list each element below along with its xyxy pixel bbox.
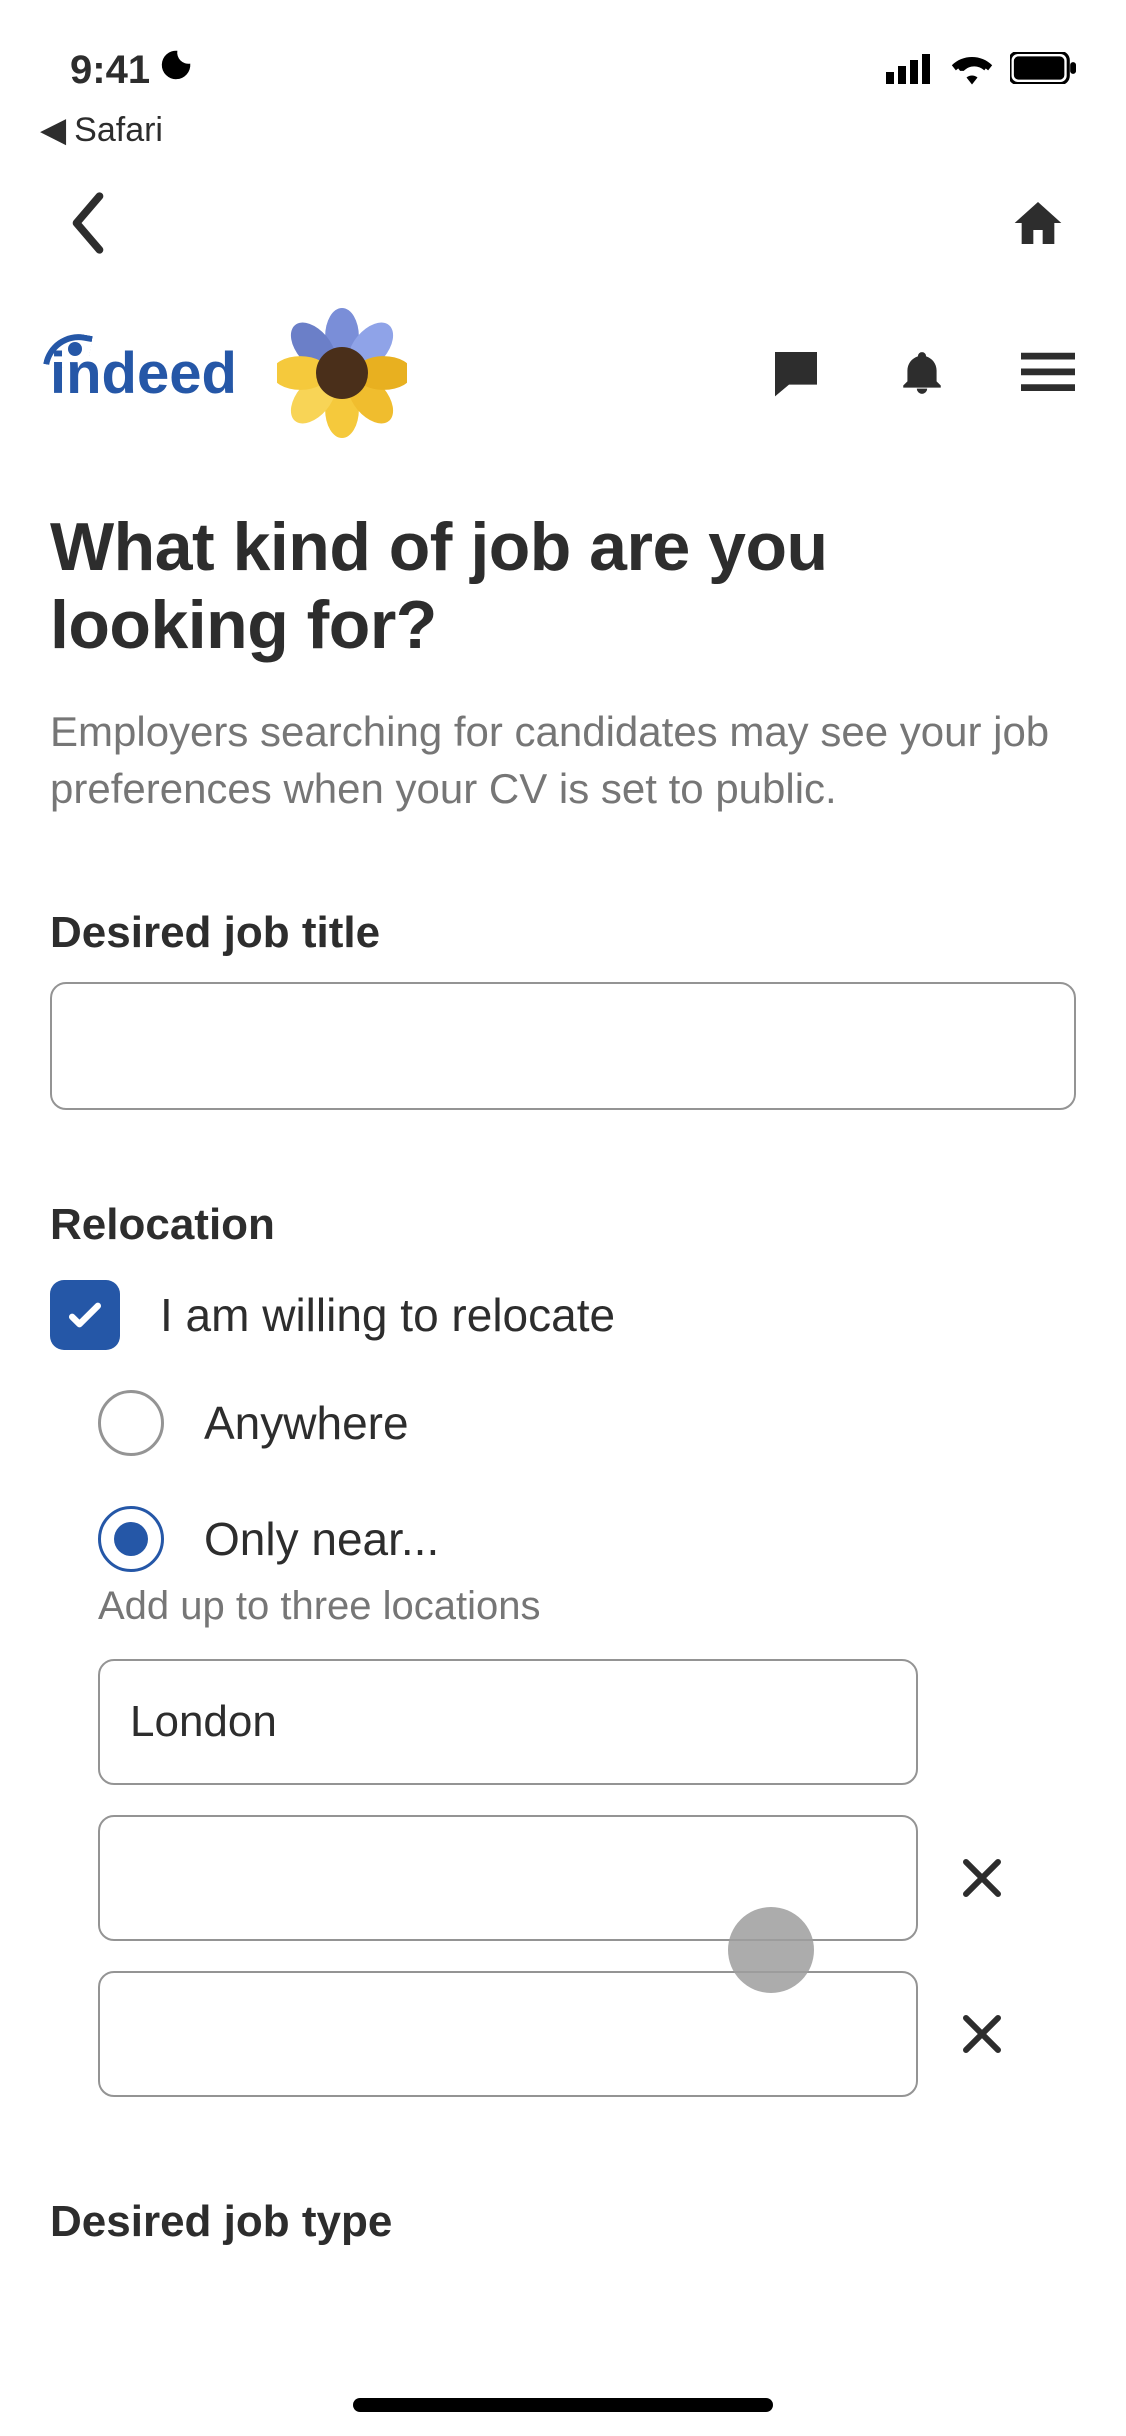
menu-button[interactable]	[1020, 345, 1076, 401]
app-header: indeed	[0, 278, 1126, 468]
hamburger-icon	[1021, 351, 1075, 395]
location-row-3	[98, 1971, 1076, 2097]
job-title-input[interactable]	[50, 982, 1076, 1110]
home-icon	[1010, 194, 1066, 252]
location-input-3[interactable]	[98, 1971, 918, 2097]
location-inputs	[98, 1659, 1076, 2097]
sunflower-icon	[277, 308, 407, 438]
indeed-logo[interactable]: indeed	[50, 340, 237, 407]
main-content: What kind of job are you looking for? Em…	[0, 468, 1126, 2247]
close-icon	[958, 2010, 1006, 2058]
close-icon	[958, 1854, 1006, 1902]
header-icons	[768, 345, 1076, 401]
back-app-label: Safari	[74, 111, 163, 150]
status-right	[886, 51, 1076, 90]
battery-icon	[1010, 52, 1076, 89]
location-input-2[interactable]	[98, 1815, 918, 1941]
remove-location-2-button[interactable]	[954, 1850, 1010, 1906]
relocation-label: Relocation	[50, 1200, 1076, 1250]
do-not-disturb-icon	[158, 47, 194, 93]
bell-icon	[897, 345, 947, 401]
notifications-button[interactable]	[894, 345, 950, 401]
radio-anywhere-label: Anywhere	[204, 1396, 409, 1450]
radio-anywhere-row[interactable]: Anywhere	[98, 1390, 1076, 1456]
location-row-2	[98, 1815, 1076, 1941]
home-button[interactable]	[1010, 195, 1066, 251]
page-title: What kind of job are you looking for?	[50, 508, 1076, 664]
relocate-checkbox[interactable]	[50, 1280, 120, 1350]
back-to-app-row[interactable]: ◀ Safari	[0, 110, 1126, 158]
chat-icon	[768, 345, 824, 401]
radio-selected-dot	[114, 1522, 148, 1556]
radio-only-near-label: Only near...	[204, 1512, 439, 1566]
radio-only-near[interactable]	[98, 1506, 164, 1572]
relocation-radio-group: Anywhere Only near... Add up to three lo…	[50, 1390, 1076, 2097]
messages-button[interactable]	[768, 345, 824, 401]
status-bar: 9:41	[0, 0, 1126, 110]
wifi-icon	[950, 51, 994, 90]
only-near-hint: Add up to three locations	[98, 1584, 1076, 1629]
relocate-checkbox-label: I am willing to relocate	[160, 1288, 615, 1342]
home-indicator[interactable]	[353, 2398, 773, 2412]
page-subtitle: Employers searching for candidates may s…	[50, 704, 1076, 817]
check-icon	[63, 1293, 107, 1337]
nav-row	[0, 158, 1126, 278]
remove-location-3-button[interactable]	[954, 2006, 1010, 2062]
status-time: 9:41	[70, 48, 150, 93]
cellular-icon	[886, 51, 934, 90]
caret-left-icon: ◀	[40, 110, 66, 150]
job-title-label: Desired job title	[50, 908, 1076, 958]
location-input-1[interactable]	[98, 1659, 918, 1785]
chevron-left-icon	[65, 192, 111, 254]
back-button[interactable]	[60, 195, 116, 251]
radio-only-near-row[interactable]: Only near...	[98, 1506, 1076, 1572]
location-row-1	[98, 1659, 1076, 1785]
status-left: 9:41	[70, 47, 194, 93]
logo-group: indeed	[50, 308, 407, 438]
radio-anywhere[interactable]	[98, 1390, 164, 1456]
job-type-label: Desired job type	[50, 2197, 1076, 2247]
relocate-checkbox-row[interactable]: I am willing to relocate	[50, 1280, 1076, 1350]
